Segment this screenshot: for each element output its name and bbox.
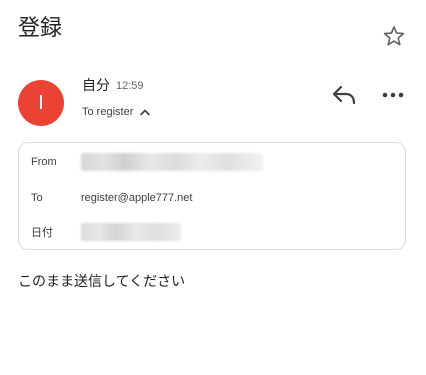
from-value-redacted [81,153,263,171]
recipient-toggle[interactable]: To register [82,102,151,122]
details-from-row: From [31,153,263,171]
details-date-row: 日付 [31,223,181,241]
from-label: From [31,156,57,168]
email-details-panel: From To register@apple777.net 日付 [18,142,406,250]
date-label: 日付 [31,226,53,239]
more-options-icon[interactable] [380,85,406,105]
details-to-row: To register@apple777.net [31,189,192,207]
date-value-redacted [81,223,181,241]
email-subject: 登録 [18,16,63,41]
chevron-up-icon [140,109,151,116]
to-value[interactable]: register@apple777.net [81,192,192,204]
recipient-summary: To register [82,106,134,118]
to-label: To [31,192,43,204]
sender-name: 自分 [82,78,110,94]
sent-time: 12:59 [116,80,144,92]
star-icon[interactable] [382,24,406,48]
reply-icon[interactable] [330,82,358,108]
email-body: このまま送信してください [18,274,186,290]
sender-avatar[interactable]: I [18,80,64,126]
